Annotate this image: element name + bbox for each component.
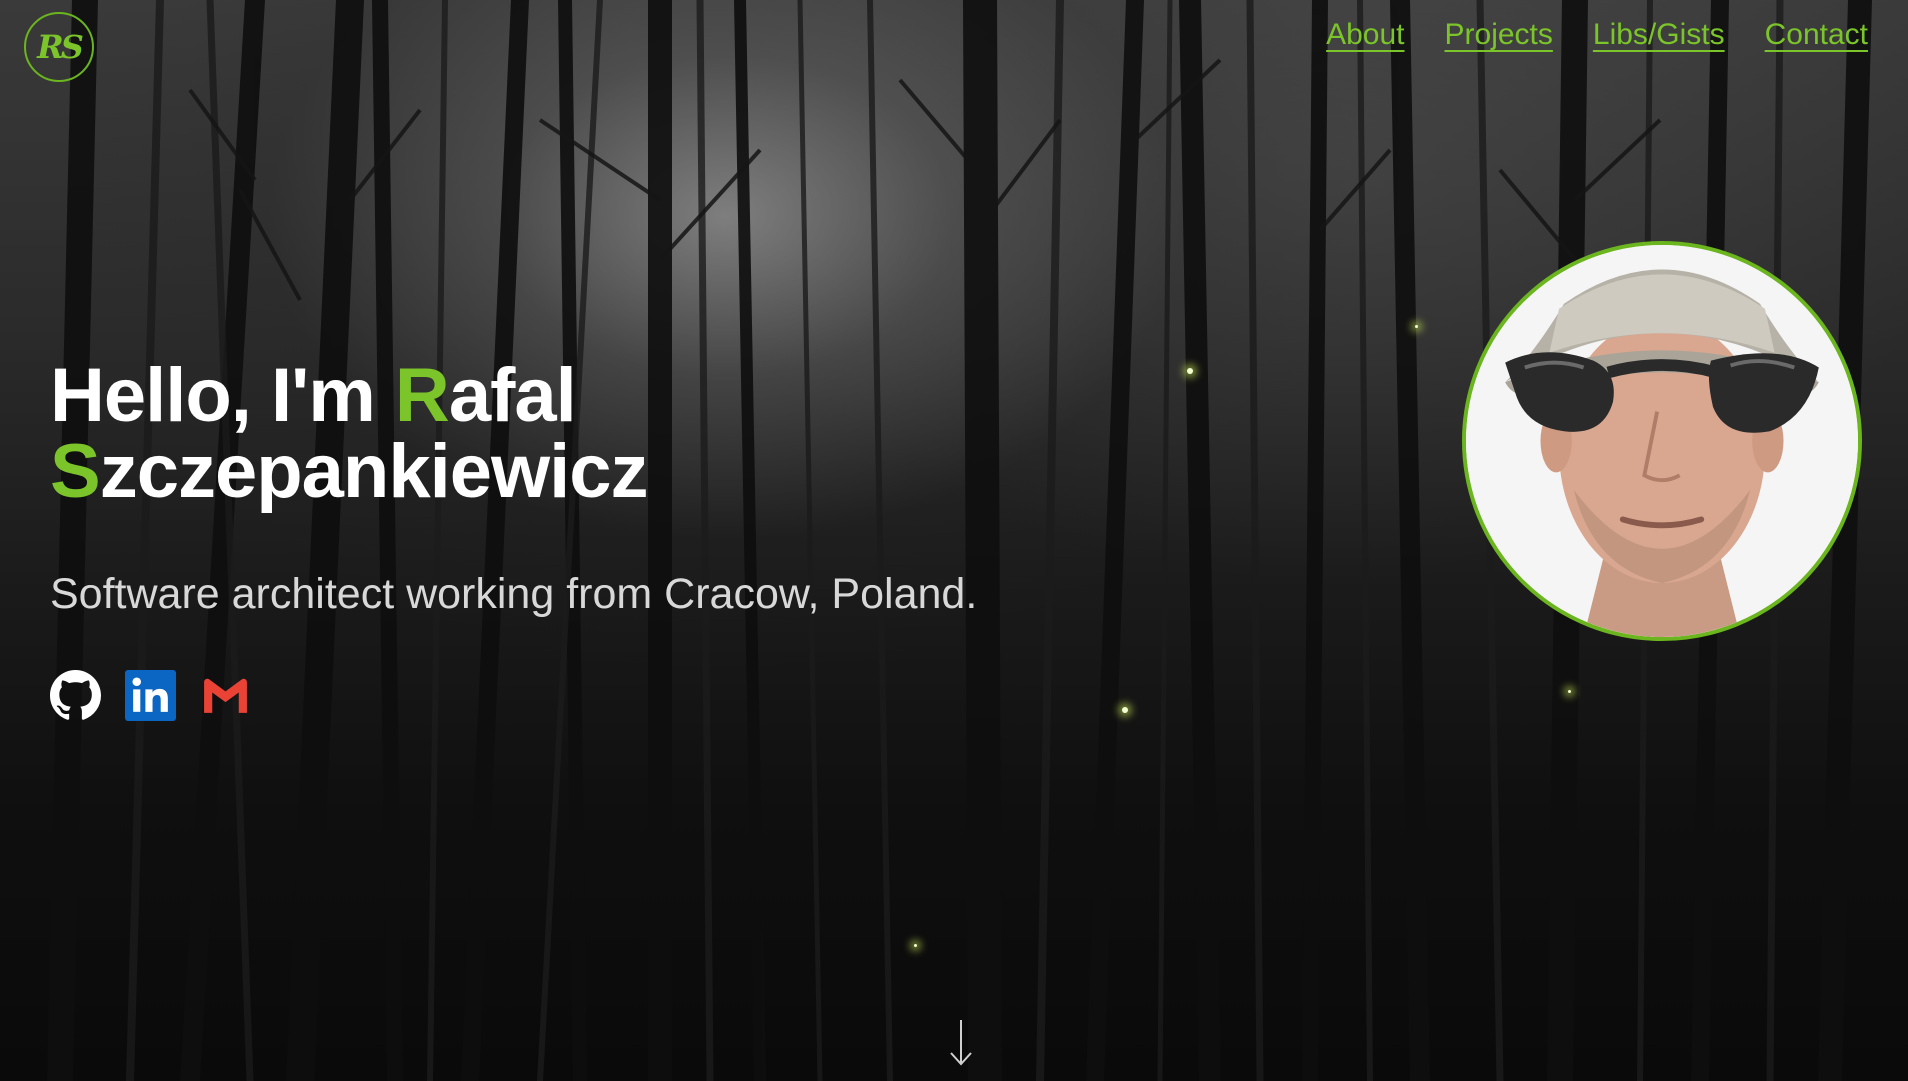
firefly <box>1568 690 1571 693</box>
hero-title: Hello, I'm Rafal Szczepankiewicz <box>50 358 649 510</box>
linkedin-icon <box>125 670 176 721</box>
gmail-link[interactable] <box>200 670 251 721</box>
github-link[interactable] <box>50 670 101 721</box>
main-nav: About Projects Libs/Gists Contact <box>1326 18 1868 52</box>
logo-text: RS <box>37 28 84 66</box>
last-name-rest: zczepankiewicz <box>99 429 649 514</box>
last-name-initial: S <box>50 429 101 514</box>
hero-subtitle: Software architect working from Cracow, … <box>50 570 978 618</box>
firefly <box>1415 325 1418 328</box>
first-name-initial: R <box>394 353 450 438</box>
scroll-down-arrow-icon[interactable] <box>946 1018 976 1068</box>
hero-greeting: Hello, I'm <box>50 353 395 438</box>
nav-link-contact[interactable]: Contact <box>1765 18 1868 52</box>
social-links <box>50 670 251 721</box>
github-icon <box>50 670 101 720</box>
firefly <box>1187 368 1193 374</box>
nav-link-libs-gists[interactable]: Libs/Gists <box>1593 18 1725 52</box>
firefly <box>1122 707 1128 713</box>
profile-photo <box>1462 241 1862 641</box>
gmail-icon <box>204 678 247 713</box>
nav-link-projects[interactable]: Projects <box>1445 18 1553 52</box>
first-name-rest: afal <box>448 353 577 438</box>
logo-home-link[interactable]: RS <box>24 12 94 82</box>
firefly <box>914 944 917 947</box>
linkedin-link[interactable] <box>125 670 176 721</box>
nav-link-about[interactable]: About <box>1326 18 1404 52</box>
